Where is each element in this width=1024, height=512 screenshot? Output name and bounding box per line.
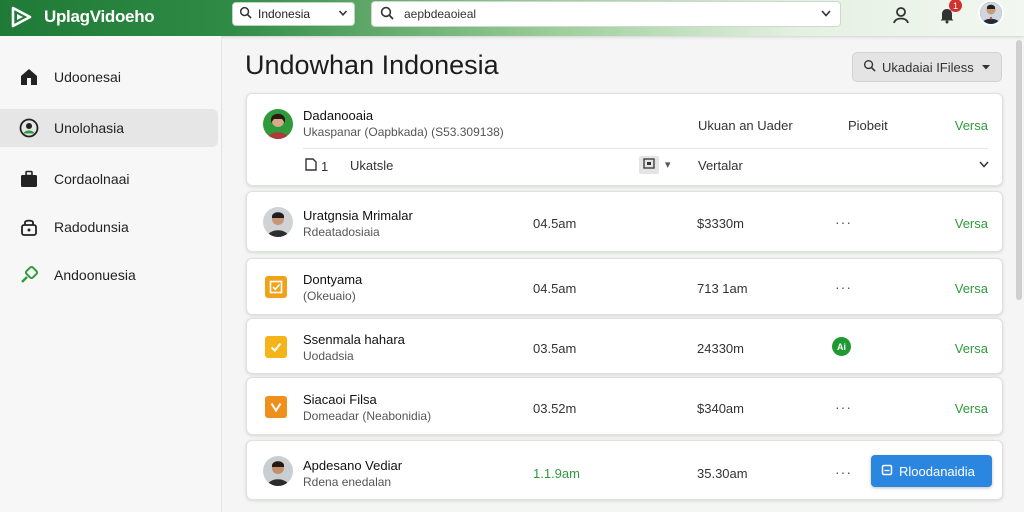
chevron-down-icon: [978, 158, 990, 173]
profile-subtitle: Ukaspanar (Oapbkada) (S53.309138): [303, 125, 504, 139]
screen-icon: [643, 156, 655, 174]
sidebar-item-label: Andoonuesia: [54, 267, 136, 283]
avatar: [263, 456, 293, 486]
profile-name: Dadanooaia: [303, 108, 374, 123]
row-amount: $340am: [697, 401, 744, 416]
row-time: 04.5am: [533, 281, 577, 296]
row-action-link[interactable]: Versa: [955, 401, 988, 416]
screen-toggle-button[interactable]: [639, 156, 659, 174]
checkbox[interactable]: [265, 336, 287, 358]
divider: [303, 148, 988, 149]
more-options-icon[interactable]: ···: [835, 399, 852, 415]
row-action-link[interactable]: Versa: [955, 341, 988, 356]
sidebar-item-label: Cordaolnaai: [54, 171, 130, 187]
more-options-icon[interactable]: ···: [835, 214, 852, 230]
sidebar-item-label: Radodunsia: [54, 219, 129, 235]
avatar: [263, 207, 293, 237]
profile-summary-card: Dadanooaia Ukaspanar (Oapbkada) (S53.309…: [246, 93, 1003, 186]
row-name: Ssenmala hahara: [303, 332, 405, 347]
document-icon: [881, 464, 893, 479]
sidebar-item-label: Udoonesai: [54, 69, 121, 85]
play-logo-icon: [8, 4, 34, 30]
table-row[interactable]: Siacaoi Filsa Domeadar (Neabonidia) 03.5…: [246, 377, 1003, 435]
notification-badge: 1: [949, 0, 962, 12]
sidebar-item-work[interactable]: Cordaolnaai: [0, 160, 218, 198]
language-select[interactable]: Indonesia: [232, 2, 355, 26]
page-title: Undowhan Indonesia: [245, 50, 499, 80]
sidebar-item-links[interactable]: Andoonuesia: [0, 256, 218, 294]
row-amount: 24330m: [697, 341, 744, 356]
row-name: Uratgnsia Mrimalar: [303, 208, 413, 223]
table-row[interactable]: Ssenmala hahara Uodadsia 03.5am 24330m A…: [246, 318, 1003, 374]
search-icon: [863, 59, 876, 75]
row-name: Dontyama: [303, 272, 363, 287]
row-subtitle: (Okeuaio): [303, 289, 356, 303]
recommend-button-label: Rloodanaidia: [899, 463, 975, 479]
recommend-button[interactable]: Rloodanaidia: [871, 455, 992, 487]
row-name: Siacaoi Filsa: [303, 392, 377, 407]
lock-icon: [18, 216, 40, 238]
files-button-label: Ukadaiai IFiless: [882, 59, 974, 75]
caret-small-icon[interactable]: ▾: [665, 158, 671, 171]
checkbox[interactable]: [265, 396, 287, 418]
column-header-project: Piobeit: [848, 118, 888, 133]
row-subtitle: Uodadsia: [303, 349, 354, 363]
row-action-link[interactable]: Versa: [955, 216, 988, 231]
briefcase-icon: [18, 168, 40, 190]
more-options-icon[interactable]: ···: [835, 279, 852, 295]
row-time: 04.5am: [533, 216, 577, 231]
search-icon: [380, 6, 394, 23]
chevron-down-icon: [338, 7, 348, 21]
sidebar: Udoonesai Unolohasia Cordaolnaai Radodun…: [0, 36, 222, 512]
sidebar-item-profile[interactable]: Unolohasia: [0, 109, 218, 147]
row-amount: 713 1am: [697, 281, 748, 296]
row-subtitle: Domeadar (Neabonidia): [303, 409, 432, 423]
file-icon: [305, 158, 317, 174]
row-time: 03.52m: [533, 401, 577, 416]
row-subtitle: Rdena enedalan: [303, 475, 392, 489]
row-subtitle: Rdeatadosiaia: [303, 225, 380, 239]
more-options-icon[interactable]: ···: [835, 464, 852, 480]
files-dropdown-button[interactable]: Ukadaiai IFiless: [852, 52, 1002, 82]
column-header-uploader: Ukuan an Uader: [698, 118, 793, 133]
account-icon[interactable]: [890, 4, 912, 26]
search-bar[interactable]: aepbdeaoieal: [371, 1, 841, 27]
field-label: Ukatsle: [350, 158, 394, 173]
avatar[interactable]: [263, 109, 293, 139]
caret-down-icon: [981, 60, 991, 75]
home-icon: [18, 66, 40, 88]
notification-bell-icon[interactable]: 1: [936, 0, 962, 26]
column-header-version[interactable]: Versa: [955, 118, 988, 133]
scrollbar[interactable]: [1016, 40, 1022, 300]
row-amount: 35.30am: [697, 466, 748, 481]
user-avatar[interactable]: [978, 0, 1004, 26]
top-bar: UplagVidoeho Indonesia aepbdeaoieal 1: [0, 0, 1024, 36]
file-count-value: 1: [321, 158, 329, 174]
row-time: 03.5am: [533, 341, 577, 356]
app-title: UplagVidoeho: [44, 7, 155, 26]
sidebar-item-security[interactable]: Radodunsia: [0, 208, 218, 246]
table-row[interactable]: Dontyama (Okeuaio) 04.5am 713 1am ··· Ve…: [246, 258, 1003, 315]
sidebar-item-home[interactable]: Udoonesai: [0, 58, 218, 96]
table-row[interactable]: Uratgnsia Mrimalar Rdeatadosiaia 04.5am …: [246, 191, 1003, 252]
row-name: Apdesano Vediar: [303, 458, 403, 473]
sidebar-item-label: Unolohasia: [54, 120, 125, 136]
checkbox[interactable]: [265, 276, 287, 298]
app-logo[interactable]: UplagVidoeho: [8, 3, 155, 31]
row-amount: $3330m: [697, 216, 744, 231]
version-select-value: Vertalar: [698, 158, 743, 173]
search-input[interactable]: aepbdeaoieal: [404, 7, 820, 21]
language-value: Indonesia: [258, 7, 311, 21]
link-icon: [18, 264, 40, 286]
file-count: 1: [305, 158, 328, 174]
status-badge: Ai: [832, 337, 851, 356]
user-circle-icon: [18, 117, 40, 139]
row-time: 1.1.9am: [533, 466, 580, 481]
row-action-link[interactable]: Versa: [955, 281, 988, 296]
search-icon: [239, 6, 252, 22]
version-select[interactable]: Vertalar: [698, 158, 990, 173]
chevron-down-icon[interactable]: [820, 7, 832, 22]
